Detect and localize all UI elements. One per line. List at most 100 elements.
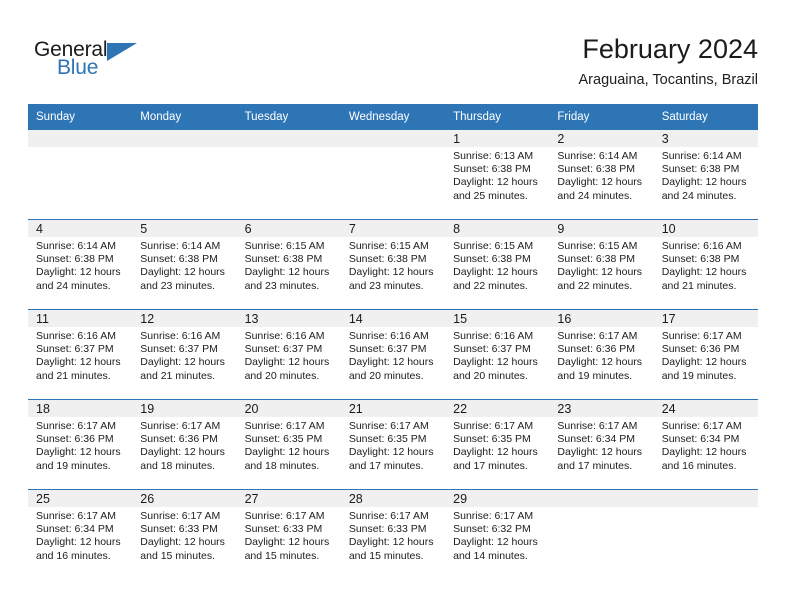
calendar-day-cell[interactable]: 13 Sunrise: 6:16 AM Sunset: 6:37 PM Dayligh… (236, 309, 341, 400)
calendar-day-cell[interactable]: 8 Sunrise: 6:15 AM Sunset: 6:38 PM Daylight… (445, 219, 550, 310)
weekday-header-thursday: Thursday (445, 104, 550, 130)
calendar-day-cell[interactable]: 12 Sunrise: 6:16 AM Sunset: 6:37 PM Dayligh… (132, 309, 237, 400)
calendar-day-cell[interactable]: 3 Sunrise: 6:14 AM Sunset: 6:38 PM Daylight… (653, 130, 758, 220)
calendar-day-cell[interactable]: 11 Sunrise: 6:16 AM Sunset: 6:37 PM Dayligh… (28, 309, 133, 400)
day-number: 5 (132, 220, 237, 237)
calendar-day-cell[interactable]: 20 Sunrise: 6:17 AM Sunset: 6:35 PM Dayligh… (236, 399, 341, 490)
sunset-text: Sunset: 6:38 PM (140, 253, 218, 266)
sunrise-text: Sunrise: 6:17 AM (140, 420, 221, 432)
day-number: 23 (549, 400, 654, 417)
sunrise-text: Sunrise: 6:17 AM (557, 330, 638, 342)
daylight-text: Daylight: 12 hours and 21 minutes. (140, 356, 225, 382)
sunrise-text: Sunrise: 6:17 AM (453, 420, 534, 432)
day-details: Sunrise: 6:16 AM Sunset: 6:37 PM Daylight:… (28, 327, 132, 383)
day-number (340, 130, 446, 147)
calendar-day-cell[interactable]: 14 Sunrise: 6:16 AM Sunset: 6:37 PM Dayligh… (340, 309, 446, 400)
calendar-week-row: 25 Sunrise: 6:17 AM Sunset: 6:34 PM Dayligh… (28, 489, 758, 579)
calendar-day-cell[interactable]: 10 Sunrise: 6:16 AM Sunset: 6:38 PM Dayligh… (653, 219, 758, 310)
calendar-week-row: 1 Sunrise: 6:13 AM Sunset: 6:38 PM Daylight… (28, 130, 758, 220)
daylight-text: Daylight: 12 hours and 15 minutes. (348, 536, 434, 562)
sunrise-text: Sunrise: 6:17 AM (36, 420, 116, 432)
daylight-text: Daylight: 12 hours and 19 minutes. (661, 356, 747, 382)
weekday-header-wednesday: Wednesday (340, 104, 446, 130)
day-details: Sunrise: 6:17 AM Sunset: 6:35 PM Daylight:… (341, 417, 445, 473)
day-details: Sunrise: 6:17 AM Sunset: 6:36 PM Daylight:… (132, 417, 236, 473)
calendar-day-cell[interactable]: 26 Sunrise: 6:17 AM Sunset: 6:33 PM Dayligh… (132, 489, 237, 579)
calendar-day-cell[interactable]: 9 Sunrise: 6:15 AM Sunset: 6:38 PM Daylight… (549, 219, 654, 310)
sunset-text: Sunset: 6:35 PM (348, 433, 427, 446)
sunrise-text: Sunrise: 6:17 AM (140, 510, 221, 522)
daylight-text: Daylight: 12 hours and 21 minutes. (661, 266, 747, 292)
day-details: Sunrise: 6:15 AM Sunset: 6:38 PM Daylight:… (341, 237, 445, 293)
day-details: Sunrise: 6:16 AM Sunset: 6:37 PM Daylight:… (445, 327, 549, 383)
day-number: 26 (132, 490, 237, 507)
day-details: Sunrise: 6:13 AM Sunset: 6:38 PM Daylight:… (445, 147, 549, 203)
sunset-text: Sunset: 6:38 PM (661, 163, 740, 176)
daylight-text: Daylight: 12 hours and 20 minutes. (453, 356, 538, 382)
daylight-text: Daylight: 12 hours and 25 minutes. (453, 176, 538, 202)
sunset-text: Sunset: 6:35 PM (453, 433, 531, 446)
calendar-day-cell[interactable]: 5 Sunrise: 6:14 AM Sunset: 6:38 PM Daylight… (132, 219, 237, 310)
day-number: 9 (549, 220, 654, 237)
sunset-text: Sunset: 6:36 PM (557, 343, 636, 356)
calendar-day-cell[interactable]: 2 Sunrise: 6:14 AM Sunset: 6:38 PM Daylight… (549, 130, 654, 220)
calendar-day-cell[interactable]: 6 Sunrise: 6:15 AM Sunset: 6:38 PM Daylight… (236, 219, 341, 310)
day-details: Sunrise: 6:14 AM Sunset: 6:38 PM Daylight:… (549, 147, 653, 203)
sunset-text: Sunset: 6:33 PM (348, 523, 427, 536)
sunrise-text: Sunrise: 6:17 AM (36, 510, 116, 522)
calendar-day-cell[interactable]: 24 Sunrise: 6:17 AM Sunset: 6:34 PM Dayligh… (653, 399, 758, 490)
day-number: 27 (236, 490, 341, 507)
day-details: Sunrise: 6:17 AM Sunset: 6:34 PM Daylight:… (28, 507, 132, 563)
sunset-text: Sunset: 6:38 PM (36, 253, 114, 266)
sunset-text: Sunset: 6:37 PM (36, 343, 114, 356)
day-number: 16 (549, 310, 654, 327)
sunset-text: Sunset: 6:35 PM (244, 433, 323, 446)
brand-logo[interactable]: General Blue (34, 38, 154, 84)
day-number (653, 490, 758, 507)
calendar-day-cell[interactable]: 15 Sunrise: 6:16 AM Sunset: 6:37 PM Dayligh… (445, 309, 550, 400)
calendar-day-cell[interactable]: 25 Sunrise: 6:17 AM Sunset: 6:34 PM Dayligh… (28, 489, 133, 579)
calendar-day-cell-empty (28, 130, 133, 220)
day-number: 12 (132, 310, 237, 327)
sunrise-text: Sunrise: 6:15 AM (453, 240, 534, 252)
weekday-header-monday: Monday (132, 104, 237, 130)
sunset-text: Sunset: 6:36 PM (140, 433, 218, 446)
sunset-text: Sunset: 6:34 PM (557, 433, 636, 446)
day-number: 25 (28, 490, 133, 507)
calendar-day-cell[interactable]: 23 Sunrise: 6:17 AM Sunset: 6:34 PM Dayligh… (549, 399, 654, 490)
calendar-day-cell[interactable]: 21 Sunrise: 6:17 AM Sunset: 6:35 PM Dayligh… (340, 399, 446, 490)
daylight-text: Daylight: 12 hours and 24 minutes. (36, 266, 121, 292)
daylight-text: Daylight: 12 hours and 22 minutes. (453, 266, 538, 292)
calendar-day-cell[interactable]: 29 Sunrise: 6:17 AM Sunset: 6:32 PM Dayligh… (445, 489, 550, 579)
day-number: 19 (132, 400, 237, 417)
calendar-day-cell[interactable]: 7 Sunrise: 6:15 AM Sunset: 6:38 PM Daylight… (340, 219, 446, 310)
page-title: February 2024 (582, 34, 758, 64)
day-details: Sunrise: 6:15 AM Sunset: 6:38 PM Daylight:… (445, 237, 549, 293)
sunrise-text: Sunrise: 6:16 AM (36, 330, 116, 342)
day-details: Sunrise: 6:17 AM Sunset: 6:33 PM Daylight:… (341, 507, 445, 563)
sunrise-text: Sunrise: 6:17 AM (348, 510, 429, 522)
day-number: 21 (340, 400, 446, 417)
sunset-text: Sunset: 6:37 PM (140, 343, 218, 356)
calendar-day-cell[interactable]: 28 Sunrise: 6:17 AM Sunset: 6:33 PM Dayligh… (340, 489, 446, 579)
calendar-week-row: 4 Sunrise: 6:14 AM Sunset: 6:38 PM Daylight… (28, 219, 758, 310)
calendar-day-cell[interactable]: 19 Sunrise: 6:17 AM Sunset: 6:36 PM Dayligh… (132, 399, 237, 490)
calendar-week-row: 18 Sunrise: 6:17 AM Sunset: 6:36 PM Dayligh… (28, 399, 758, 490)
calendar-day-cell[interactable]: 4 Sunrise: 6:14 AM Sunset: 6:38 PM Daylight… (28, 219, 133, 310)
weekday-header-friday: Friday (549, 104, 654, 130)
calendar-day-cell[interactable]: 27 Sunrise: 6:17 AM Sunset: 6:33 PM Dayligh… (236, 489, 341, 579)
sunset-text: Sunset: 6:38 PM (661, 253, 740, 266)
day-number: 2 (549, 130, 654, 147)
calendar-day-cell[interactable]: 16 Sunrise: 6:17 AM Sunset: 6:36 PM Dayligh… (549, 309, 654, 400)
calendar-day-cell[interactable]: 17 Sunrise: 6:17 AM Sunset: 6:36 PM Dayligh… (653, 309, 758, 400)
day-number: 10 (653, 220, 758, 237)
sunset-text: Sunset: 6:36 PM (36, 433, 114, 446)
daylight-text: Daylight: 12 hours and 16 minutes. (36, 536, 121, 562)
calendar-day-cell[interactable]: 18 Sunrise: 6:17 AM Sunset: 6:36 PM Dayligh… (28, 399, 133, 490)
sunrise-text: Sunrise: 6:14 AM (36, 240, 116, 252)
calendar-day-cell[interactable]: 1 Sunrise: 6:13 AM Sunset: 6:38 PM Daylight… (445, 130, 550, 220)
sunrise-text: Sunrise: 6:16 AM (453, 330, 534, 342)
calendar-day-cell[interactable]: 22 Sunrise: 6:17 AM Sunset: 6:35 PM Dayligh… (445, 399, 550, 490)
sunset-text: Sunset: 6:34 PM (36, 523, 114, 536)
day-number (132, 130, 237, 147)
